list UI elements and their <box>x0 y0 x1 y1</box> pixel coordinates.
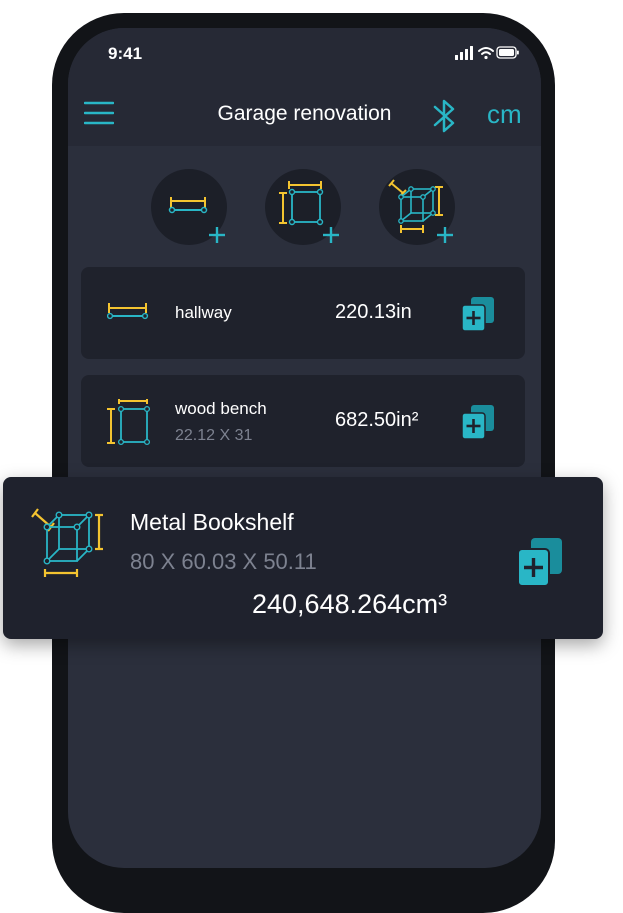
duplicate-add-icon[interactable] <box>461 296 495 337</box>
list-item[interactable]: wood bench 22.12 X 31 682.50in² <box>81 375 525 467</box>
add-volume-measurement-icon <box>388 179 453 243</box>
add-line-measurement-icon <box>168 197 225 243</box>
list-item[interactable]: hallway 220.13in <box>81 267 525 359</box>
duplicate-add-icon[interactable] <box>517 537 563 592</box>
item-name: wood bench <box>175 399 267 418</box>
add-area-button[interactable] <box>265 169 341 245</box>
battery-icon <box>496 46 519 59</box>
duplicate-add-icon[interactable] <box>461 404 495 445</box>
page-title: Garage renovation <box>217 102 392 125</box>
add-volume-button[interactable] <box>379 169 455 245</box>
status-icons <box>455 45 519 66</box>
dragged-item-card[interactable]: Metal Bookshelf 80 X 60.03 X 50.11 240,6… <box>3 477 603 639</box>
bluetooth-icon[interactable] <box>433 98 457 139</box>
line-measure-icon <box>106 301 149 326</box>
item-dimensions: 22.12 X 31 <box>175 427 253 444</box>
item-value: 240,648.264cm³ <box>252 589 448 619</box>
signal-icon <box>455 46 473 60</box>
item-dimensions: 80 X 60.03 X 50.11 <box>130 549 317 574</box>
item-value: 682.50in² <box>335 409 419 431</box>
item-name: Metal Bookshelf <box>130 509 294 535</box>
volume-measure-icon <box>29 501 109 586</box>
status-time: 9:41 <box>108 44 143 63</box>
wifi-icon <box>478 47 494 60</box>
area-measure-icon <box>107 399 151 454</box>
item-value: 220.13in <box>335 301 412 323</box>
app-screen: 9:41 Garage renovation cm hallway 220.13… <box>68 28 541 868</box>
app-header: 9:41 Garage renovation cm <box>68 28 541 146</box>
item-name: hallway <box>175 303 232 322</box>
unit-toggle[interactable]: cm <box>487 99 522 130</box>
add-area-measurement-icon <box>279 181 339 243</box>
add-line-button[interactable] <box>151 169 227 245</box>
